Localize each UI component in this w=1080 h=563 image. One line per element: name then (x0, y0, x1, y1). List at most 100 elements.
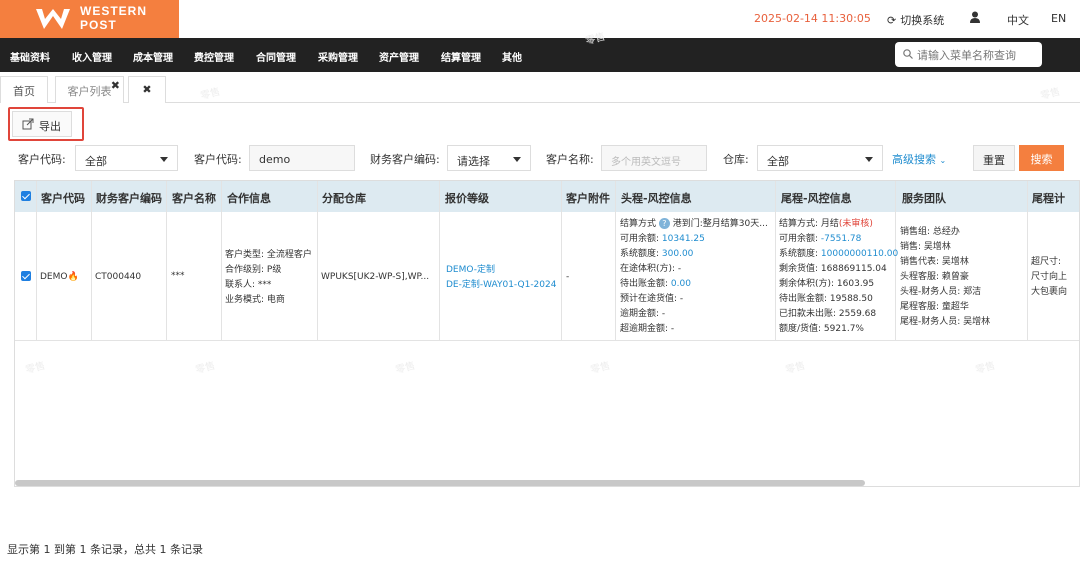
reset-button[interactable]: 重置 (973, 145, 1015, 171)
current-datetime: 2025-02-14 11:30:05 (754, 12, 871, 25)
col-customer-name[interactable]: 客户名称 (172, 190, 216, 206)
advanced-search-label: 高级搜索 (892, 153, 936, 166)
team-sales: 销售: 吴增林 (900, 242, 951, 252)
team-tail-cs: 尾程客服: 童超华 (900, 302, 969, 312)
logo-w-icon (36, 9, 70, 29)
head-avail-label: 可用余额: (620, 234, 660, 244)
coop-type: 客户类型: 全流程客户 (225, 250, 312, 260)
filter-customer-code-select[interactable]: 全部 (75, 145, 178, 171)
filter-customer-code2-input[interactable]: demo (249, 145, 355, 171)
main-nav: 基础资料 收入管理 成本管理 费控管理 合同管理 采购管理 资产管理 结算管理 … (0, 38, 1080, 72)
divider (439, 181, 440, 341)
filter-warehouse-label: 仓库: (723, 153, 749, 166)
col-finance-code[interactable]: 财务客户编码 (96, 190, 162, 206)
help-icon[interactable]: ? (658, 218, 670, 229)
watermark: 零售 (974, 360, 997, 377)
lang-chinese[interactable]: 中文 (1007, 12, 1029, 28)
team-head-finance: 头程-财务人员: 郑洁 (900, 287, 982, 297)
head-settle-label: 结算方式 (620, 219, 657, 229)
head-sys: 系统额度: 300.00 (620, 247, 768, 262)
export-button[interactable]: 导出 (12, 111, 72, 137)
divider (36, 181, 37, 341)
export-label: 导出 (39, 120, 61, 133)
search-button[interactable]: 搜索 (1019, 145, 1064, 171)
row-head-risk: 结算方式 ? 港到门:整月结算30天... 可用余额: 10341.25 系统额… (620, 217, 768, 337)
tail-avail: 可用余额: -7551.78 (779, 232, 898, 247)
filter-customer-code-label: 客户代码: (18, 153, 66, 166)
refresh-icon: ⟳ (887, 14, 897, 27)
col-quote-level[interactable]: 报价等级 (445, 190, 489, 206)
divider (615, 181, 616, 341)
filter-finance-code-select[interactable]: 请选择 (447, 145, 531, 171)
row-finance-code: CT000440 (95, 272, 142, 282)
menu-search-input[interactable]: 请输入菜单名称查询 (895, 42, 1042, 67)
nav-item-other[interactable]: 其他 (502, 49, 522, 64)
team-head-cs: 头程客服: 赖曾豪 (900, 272, 969, 282)
team-sales-rep: 销售代表: 吴增林 (900, 257, 969, 267)
tail-settle-value: 结算方式: 月结 (779, 219, 839, 229)
tail-sys: 系统额度: 10000000110.00 (779, 247, 898, 262)
filter-warehouse-select[interactable]: 全部 (757, 145, 883, 171)
horizontal-scrollbar[interactable] (15, 480, 865, 486)
col-attachment[interactable]: 客户附件 (566, 190, 610, 206)
col-head-risk[interactable]: 头程-风控信息 (621, 190, 692, 206)
close-tab-icon[interactable]: ✖ (111, 79, 120, 92)
tail-sys-label: 系统额度: (779, 249, 819, 259)
row-warehouse: WPUKS[UK2-WP-S],WP... (321, 272, 430, 282)
nav-item-contract[interactable]: 合同管理 (256, 49, 296, 64)
row-coop-info: 客户类型: 全流程客户 合作级别: P级 联系人: *** 业务模式: 电商 (225, 248, 312, 308)
row-service-team: 销售组: 总经办 销售: 吴增林 销售代表: 吴增林 头程客服: 赖曾豪 头程-… (900, 225, 990, 330)
team-group: 销售组: 总经办 (900, 227, 960, 237)
nav-item-settlement[interactable]: 结算管理 (441, 49, 481, 64)
tail-remain-volume: 剩余体积(方): 1603.95 (779, 279, 875, 289)
select-all-checkbox[interactable] (21, 191, 31, 201)
user-icon[interactable] (970, 11, 980, 23)
customer-table: 客户代码 财务客户编码 客户名称 合作信息 分配仓库 报价等级 客户附件 头程-… (14, 180, 1080, 487)
nav-item-cost[interactable]: 成本管理 (133, 49, 173, 64)
filter-customer-name-input[interactable]: 多个用英文逗号 (601, 145, 707, 171)
tail-deducted: 已扣款未出账: 2559.68 (779, 309, 877, 319)
lang-english[interactable]: EN (1051, 12, 1066, 25)
nav-item-purchase[interactable]: 采购管理 (318, 49, 358, 64)
export-icon (22, 118, 34, 130)
brand-logo[interactable]: WESTERN POST (0, 0, 179, 38)
nav-item-basic-data[interactable]: 基础资料 (10, 49, 50, 64)
close-all-tabs-button[interactable]: ✖ (128, 76, 166, 103)
tab-customer-list[interactable]: 客户列表 ✖ (55, 76, 124, 103)
tail-settle-status: (未审核) (838, 219, 873, 229)
head-unsettled-value: 0.00 (670, 279, 691, 289)
row-customer-name: *** (171, 271, 185, 281)
tail-avail-value: -7551.78 (820, 234, 862, 244)
divider (1027, 181, 1028, 341)
tail-ratio: 额度/货值: 5921.7% (779, 324, 864, 334)
col-tail-risk[interactable]: 尾程-风控信息 (781, 190, 852, 206)
tail-unsettled: 待出账金额: 19588.50 (779, 294, 873, 304)
coop-mode: 业务模式: 电商 (225, 295, 285, 305)
col-customer-code[interactable]: 客户代码 (41, 190, 85, 206)
nav-item-asset[interactable]: 资产管理 (379, 49, 419, 64)
divider (317, 181, 318, 341)
switch-system-button[interactable]: ⟳ 切换系统 (887, 12, 944, 28)
quote-line1[interactable]: DEMO-定制 (446, 263, 556, 278)
row-checkbox[interactable] (21, 271, 31, 281)
divider (166, 181, 167, 341)
head-transit-volume: 在途体积(方): - (620, 264, 682, 274)
nav-item-income[interactable]: 收入管理 (72, 49, 112, 64)
col-tail-calc[interactable]: 尾程计 (1032, 190, 1065, 206)
watermark: 零售 (784, 360, 807, 377)
tab-home[interactable]: 首页 (0, 76, 48, 103)
col-service-team[interactable]: 服务团队 (902, 190, 946, 206)
search-icon (903, 49, 913, 59)
head-over-overdue: 超逾期金额: - (620, 324, 675, 334)
quote-line2[interactable]: DE-定制-WAY01-Q1-2024 (446, 278, 556, 293)
row-quote-level[interactable]: DEMO-定制 DE-定制-WAY01-Q1-2024 (446, 263, 556, 293)
row-customer-code[interactable]: DEMO🔥 (40, 272, 79, 282)
advanced-search-link[interactable]: 高级搜索 ⌄ (892, 151, 946, 167)
col-coop-info[interactable]: 合作信息 (227, 190, 271, 206)
row-tail-risk: 结算方式: 月结(未审核) 可用余额: -7551.78 系统额度: 10000… (779, 217, 898, 337)
head-avail: 可用余额: 10341.25 (620, 232, 768, 247)
col-warehouse[interactable]: 分配仓库 (322, 190, 366, 206)
nav-item-expense[interactable]: 费控管理 (194, 49, 234, 64)
tail-calc-line2: 尺寸向上 (1031, 272, 1068, 282)
tab-customer-list-label: 客户列表 (67, 85, 112, 98)
